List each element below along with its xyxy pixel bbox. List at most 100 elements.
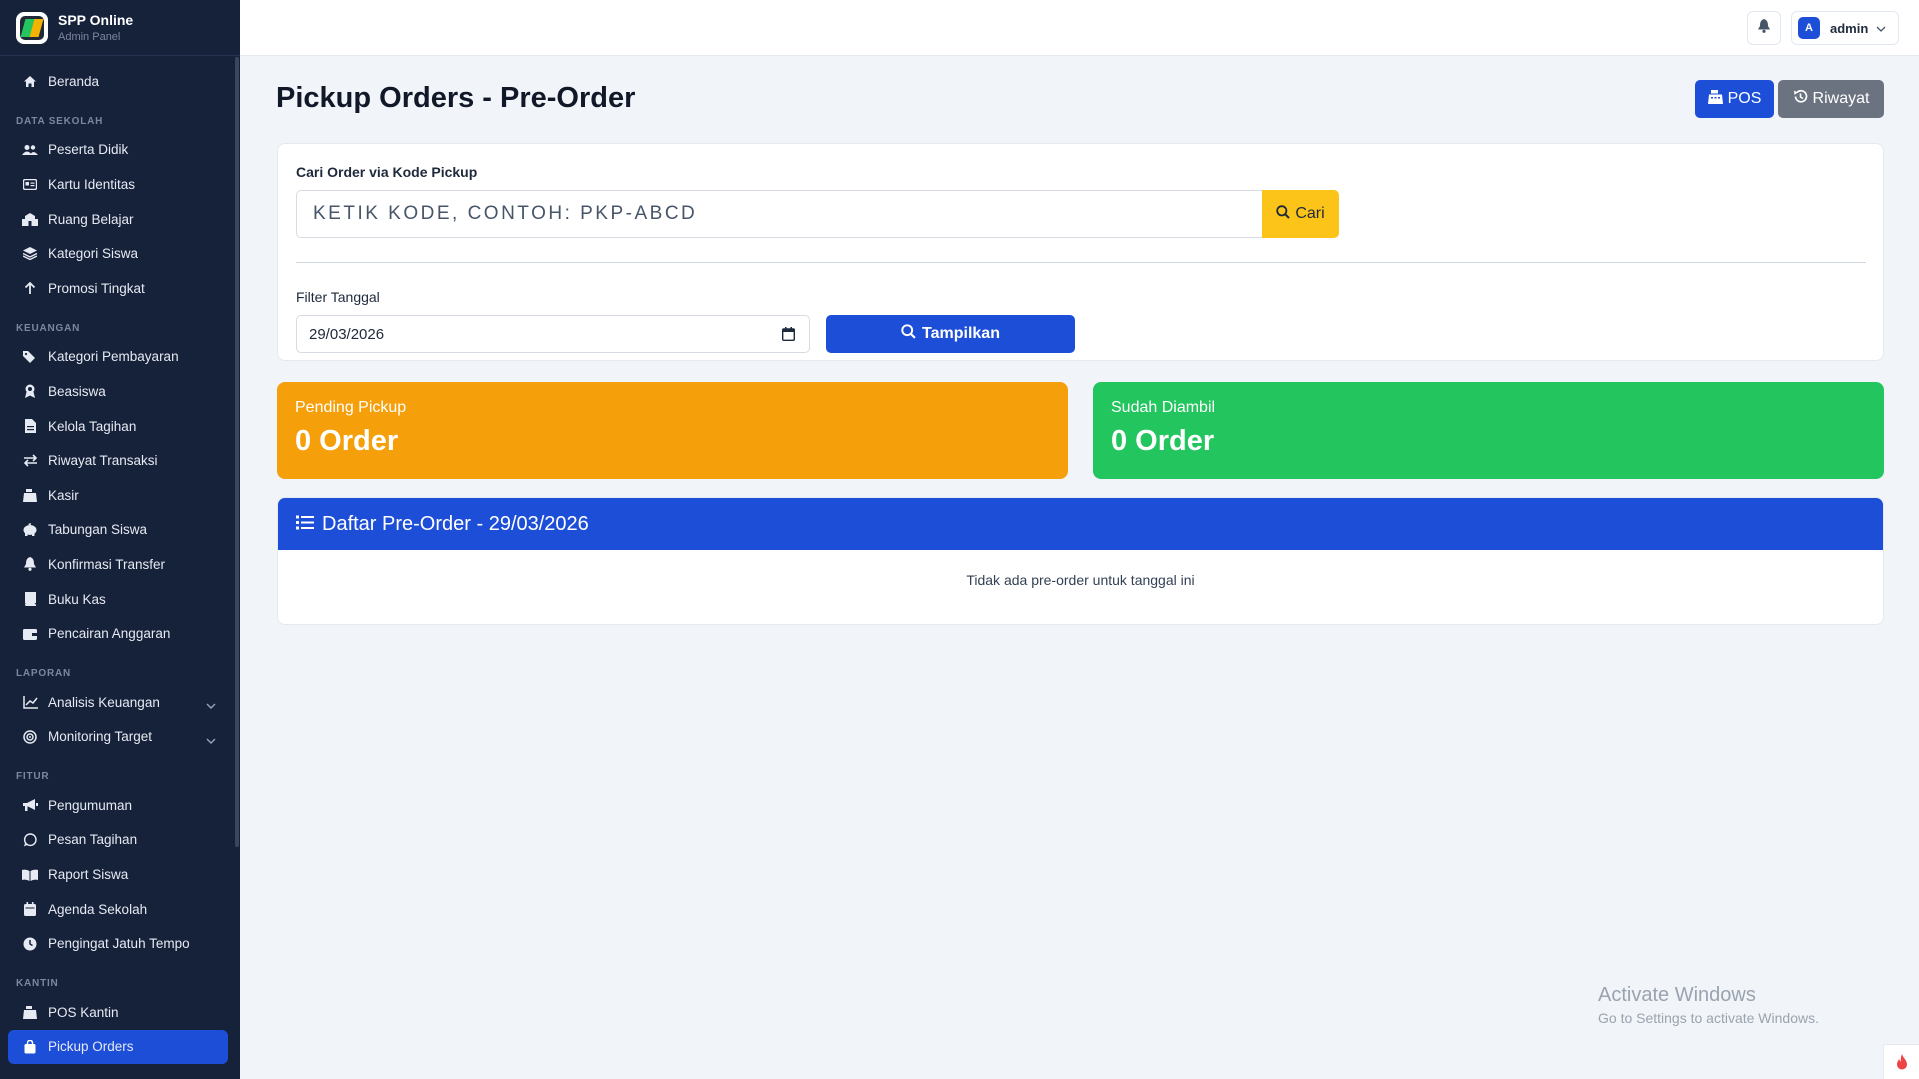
user-name: admin (1830, 20, 1869, 36)
list-icon (296, 513, 314, 536)
home-icon (22, 74, 38, 88)
cash-register-icon (22, 1005, 38, 1019)
search-icon (901, 324, 916, 344)
chevron-down-icon[interactable] (206, 732, 216, 747)
school-icon (22, 212, 38, 226)
user-menu-button[interactable]: A admin (1791, 11, 1899, 45)
sidebar-item-pickup-orders[interactable]: Pickup Orders (8, 1029, 228, 1065)
sidebar-item-label: Ruang Belajar (48, 211, 134, 227)
picked-up-value: 0 Order (1111, 425, 1215, 457)
preorder-list-title: Daftar Pre-Order - 29/03/2026 (322, 512, 589, 535)
arrow-up-icon (22, 281, 38, 295)
sidebar-item-label: Tabungan Siswa (48, 522, 148, 538)
sidebar-nav: Beranda DATA SEKOLAH Peserta Didik Kartu… (0, 56, 240, 1065)
search-button[interactable]: Cari (1262, 190, 1339, 238)
sidebar-item-raport-siswa[interactable]: Raport Siswa (0, 857, 240, 892)
avatar: A (1798, 17, 1820, 39)
users-icon (22, 143, 38, 157)
sidebar-item-label: Monitoring Target (48, 729, 153, 745)
calendar-icon (22, 902, 38, 917)
sidebar-section-title: KANTIN (16, 978, 59, 990)
sidebar-item-pesan-tagihan[interactable]: Pesan Tagihan (0, 823, 240, 858)
sidebar-item-label: Pesan Tagihan (48, 832, 138, 848)
sidebar-item-peserta-didik[interactable]: Peserta Didik (0, 133, 240, 168)
brand-title: SPP Online (58, 12, 134, 28)
sidebar-item-label: Promosi Tingkat (48, 280, 145, 296)
sidebar-item-label: Riwayat Transaksi (48, 453, 158, 469)
sidebar-item-kategori-siswa[interactable]: Kategori Siswa (0, 236, 240, 271)
pending-pickup-label: Pending Pickup (295, 399, 407, 416)
calendar-icon[interactable] (781, 327, 796, 345)
sidebar-item-kartu-identitas[interactable]: Kartu Identitas (0, 167, 240, 202)
date-filter-input[interactable]: 29/03/2026 (296, 315, 810, 353)
cash-register-icon (1707, 89, 1723, 109)
chevron-down-icon (1876, 19, 1886, 37)
sidebar-section-title: KEUANGAN (16, 322, 81, 334)
page-title: Pickup Orders - Pre-Order (276, 82, 636, 114)
divider (296, 262, 1866, 263)
date-value: 29/03/2026 (309, 325, 385, 343)
piggy-bank-icon (22, 523, 38, 537)
riwayat-button[interactable]: Riwayat (1778, 80, 1884, 118)
sidebar-item-agenda-sekolah[interactable]: Agenda Sekolah (0, 892, 240, 927)
sidebar-item-beranda[interactable]: Beranda (0, 64, 240, 99)
pos-button[interactable]: POS (1695, 80, 1774, 118)
show-button[interactable]: Tampilkan (826, 315, 1075, 353)
pending-pickup-value: 0 Order (295, 425, 399, 457)
sidebar-item-pengumuman[interactable]: Pengumuman (0, 788, 240, 823)
search-icon (1276, 204, 1291, 224)
chevron-down-icon[interactable] (206, 697, 216, 712)
sidebar-item-pencairan-anggaran[interactable]: Pencairan Anggaran (0, 616, 240, 651)
sidebar-item-tabungan-siswa[interactable]: Tabungan Siswa (0, 513, 240, 548)
search-label: Cari Order via Kode Pickup (296, 164, 478, 180)
sidebar-item-riwayat-transaksi[interactable]: Riwayat Transaksi (0, 443, 240, 478)
sidebar-item-pos-kantin[interactable]: POS Kantin (0, 995, 240, 1030)
sidebar-item-label: Kelola Tagihan (48, 418, 137, 434)
sidebar-item-label: Analisis Keuangan (48, 694, 160, 710)
sidebar-item-kategori-pembayaran[interactable]: Kategori Pembayaran (0, 340, 240, 375)
sidebar-item-label: Kasir (48, 487, 79, 503)
app-logo-icon (16, 11, 48, 44)
sidebar-item-label: Peserta Didik (48, 142, 129, 158)
sidebar-item-analisis-keuangan[interactable]: Analisis Keuangan (0, 685, 240, 720)
sidebar-item-label: Pencairan Anggaran (48, 626, 171, 642)
sidebar-item-promosi-tingkat[interactable]: Promosi Tingkat (0, 271, 240, 306)
sidebar-item-label: Pengumuman (48, 797, 133, 813)
brand[interactable]: SPP Online Admin Panel (0, 0, 240, 56)
sidebar-item-buku-kas[interactable]: Buku Kas (0, 582, 240, 617)
sidebar-item-beasiswa[interactable]: Beasiswa (0, 374, 240, 409)
sidebar-item-kasir[interactable]: Kasir (0, 478, 240, 513)
sidebar: SPP Online Admin Panel Beranda DATA SEKO… (0, 0, 240, 1079)
picked-up-card: Sudah Diambil 0 Order (1093, 382, 1884, 479)
layers-icon (22, 247, 38, 261)
search-card: Cari Order via Kode Pickup Cari Filter T… (277, 143, 1884, 361)
award-icon (22, 384, 38, 399)
bell-icon (22, 557, 38, 572)
fire-icon[interactable] (1883, 1044, 1919, 1079)
sidebar-item-pengingat-jatuh-tempo[interactable]: Pengingat Jatuh Tempo (0, 926, 240, 961)
watermark-subtitle: Go to Settings to activate Windows. (1598, 1010, 1819, 1026)
sidebar-section-title: LAPORAN (16, 667, 72, 679)
chart-line-icon (22, 695, 38, 709)
sidebar-item-label: Beranda (48, 73, 100, 89)
sidebar-item-ruang-belajar[interactable]: Ruang Belajar (0, 202, 240, 237)
target-icon (22, 730, 38, 744)
notifications-button[interactable] (1747, 11, 1781, 45)
sidebar-section-title: DATA SEKOLAH (16, 115, 104, 127)
sidebar-item-label: Pengingat Jatuh Tempo (48, 936, 190, 952)
sidebar-item-kelola-tagihan[interactable]: Kelola Tagihan (0, 409, 240, 444)
sidebar-item-label: Kategori Pembayaran (48, 349, 179, 365)
preorder-list-header: Daftar Pre-Order - 29/03/2026 (278, 498, 1883, 550)
sidebar-item-monitoring-target[interactable]: Monitoring Target (0, 720, 240, 755)
windows-activation-watermark: Activate Windows Go to Settings to activ… (1598, 984, 1819, 1026)
invoice-icon (22, 419, 38, 434)
history-icon (1793, 89, 1808, 109)
pos-button-label: POS (1727, 90, 1762, 107)
main-content: Pickup Orders - Pre-Order POS Riwayat Ca… (240, 56, 1919, 1079)
pickup-code-input[interactable] (296, 190, 1262, 238)
tags-icon (22, 350, 38, 364)
sidebar-item-konfirmasi-transfer[interactable]: Konfirmasi Transfer (0, 547, 240, 582)
wallet-icon (22, 627, 38, 641)
brand-subtitle: Admin Panel (58, 31, 121, 43)
topbar: A admin (240, 0, 1919, 56)
